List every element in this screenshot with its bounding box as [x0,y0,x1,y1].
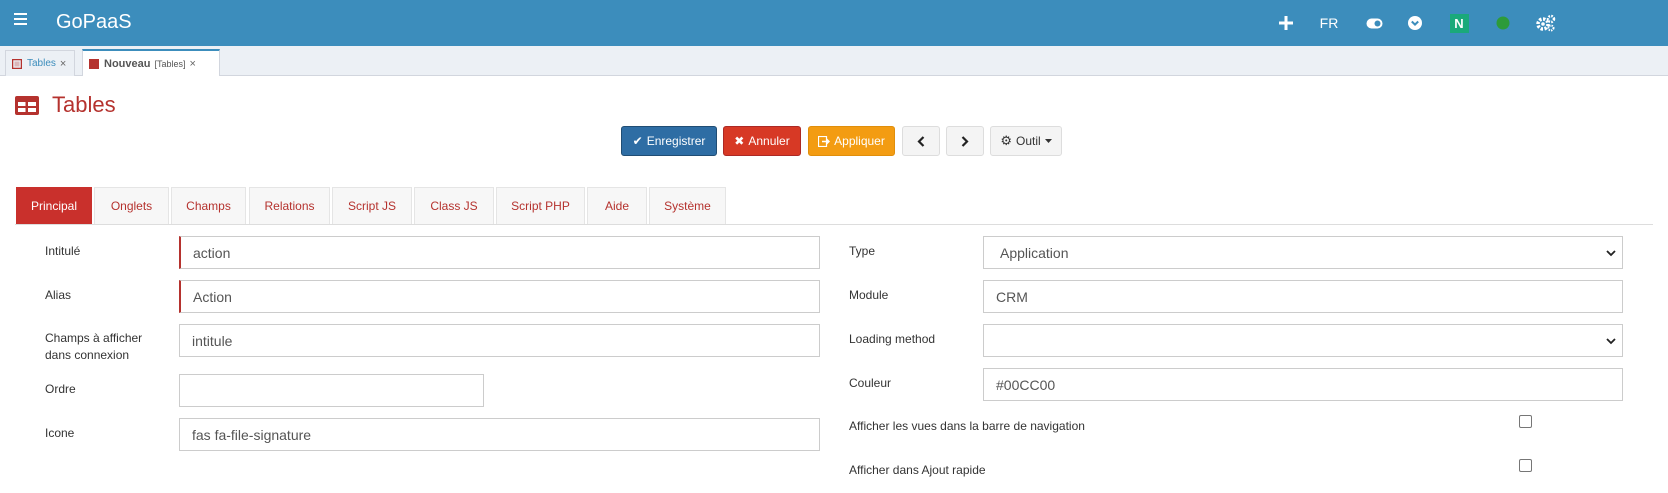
tabs-divider [15,224,1653,225]
couleur-field[interactable]: #00CC00 [983,368,1623,401]
apply-icon [818,135,831,147]
apply-label: Appliquer [834,134,885,148]
check-icon: ✔ [632,134,643,148]
tab-script-php[interactable]: Script PHP [496,187,585,224]
doc-tab-suffix: [Tables] [154,58,186,69]
chevron-left-icon [917,135,925,147]
type-select[interactable]: Application [983,236,1623,269]
tool-dropdown-button[interactable]: ⚙ Outil [990,126,1062,156]
table-tab-icon [12,58,22,69]
gears-icon[interactable] [1535,12,1557,34]
next-button[interactable] [946,126,984,156]
chevron-circle-icon[interactable] [1406,12,1424,34]
menu-icon[interactable] [14,13,27,26]
cancel-label: Annuler [748,134,790,148]
icone-label: Icone [45,426,75,440]
table-tab-icon [89,58,99,69]
tab-onglets[interactable]: Onglets [94,187,169,224]
intitule-label: Intitulé [45,244,81,258]
ordre-label: Ordre [45,382,76,396]
champs-afficher-field[interactable]: intitule [179,324,820,357]
chevron-down-icon [1606,338,1616,345]
plus-icon[interactable] [1277,12,1295,34]
user-badge-icon[interactable]: N [1449,12,1469,34]
couleur-label: Couleur [849,376,892,390]
module-label: Module [849,288,889,302]
status-dot-icon[interactable] [1494,12,1512,34]
chevron-down-icon [1606,250,1616,257]
tab-class-js[interactable]: Class JS [414,187,494,224]
alias-field[interactable]: Action [179,280,820,313]
top-navbar: GoPaaS FR N [0,0,1668,46]
alias-label: Alias [45,288,72,302]
apply-button[interactable]: Appliquer [808,126,895,156]
type-label: Type [849,244,876,258]
close-icon[interactable]: × [60,58,66,70]
tab-systeme[interactable]: Système [649,187,726,224]
close-icon[interactable]: × [190,58,196,70]
ajout-rapide-label: Afficher dans Ajout rapide [849,463,986,477]
icone-field[interactable]: fas fa-file-signature [179,418,820,451]
gear-icon: ⚙ [1000,133,1012,148]
doc-tab-label: Tables [27,58,56,69]
doc-tab-label: Nouveau [104,57,151,70]
doc-tab-tables[interactable]: Tables × [5,50,75,76]
app-brand[interactable]: GoPaaS [56,11,132,34]
page-title: Tables [52,92,116,117]
user-badge-letter: N [1449,13,1469,33]
table-icon [15,96,39,115]
save-button[interactable]: ✔ Enregistrer [621,126,717,156]
previous-button[interactable] [902,126,940,156]
champs-label-line1: Champs à afficher [45,331,143,345]
tab-champs[interactable]: Champs [171,187,246,224]
vues-navigation-checkbox[interactable] [1519,415,1532,428]
module-field[interactable]: CRM [983,280,1623,313]
caret-down-icon [1044,139,1052,143]
tab-script-js[interactable]: Script JS [332,187,412,224]
tab-principal[interactable]: Principal [16,187,92,224]
save-label: Enregistrer [646,134,706,148]
tool-label: Outil [1015,134,1041,148]
chevron-right-icon [961,135,969,147]
type-select-value: Application [1000,244,1069,261]
vues-navigation-label: Afficher les vues dans la barre de navig… [849,419,1085,433]
doc-tab-nouveau[interactable]: Nouveau [Tables] × [82,49,220,76]
loading-method-select[interactable] [983,324,1623,357]
ajout-rapide-checkbox[interactable] [1519,459,1532,472]
intitule-field[interactable]: action [179,236,820,269]
ordre-field[interactable] [179,374,484,407]
language-selector[interactable]: FR [1316,12,1342,34]
toggle-icon[interactable] [1364,12,1384,34]
document-tabs-bar: Tables × Nouveau [Tables] × [0,46,1668,76]
tab-aide[interactable]: Aide [587,187,647,224]
tab-relations[interactable]: Relations [249,187,330,224]
cancel-button[interactable]: ✖ Annuler [723,126,801,156]
champs-label-line2: dans connexion [45,348,130,362]
loading-method-label: Loading method [849,332,936,346]
times-icon: ✖ [734,134,745,148]
